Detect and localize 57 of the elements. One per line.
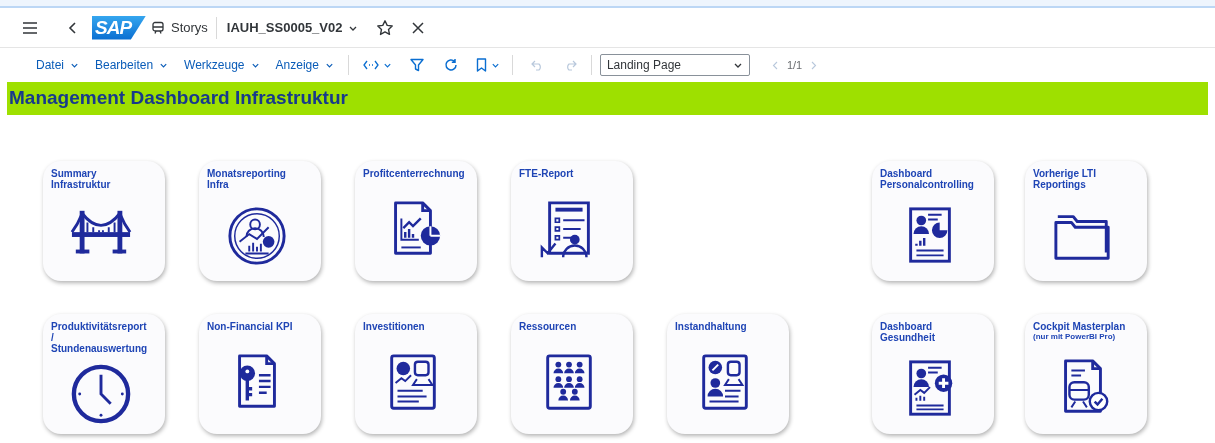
report-tile[interactable]: Dashboard Personalcontrolling <box>872 161 994 281</box>
bus-icon <box>151 20 165 35</box>
page-counter: 1/1 <box>786 57 803 73</box>
filter-icon[interactable] <box>409 58 424 72</box>
link-icon <box>362 60 379 70</box>
bookmark-icon <box>475 58 487 72</box>
report-tile[interactable]: Investitionen <box>355 314 477 434</box>
tile-title: FTE-Report <box>519 168 575 179</box>
link-menu-button[interactable] <box>362 60 392 70</box>
close-icon[interactable] <box>412 21 425 34</box>
report-tile[interactable]: Dashboard Gesundheit <box>872 314 994 434</box>
chevron-down-icon <box>159 61 169 69</box>
report-tile[interactable]: Cockpit Masterplan (nur mit PowerBI Pro) <box>1025 314 1147 434</box>
tile-title: Investitionen <box>363 321 426 332</box>
report-tile[interactable]: Produktivitätsreport / Stundenauswertung <box>43 314 165 434</box>
report-tile[interactable]: Non-Financial KPI <box>199 314 321 434</box>
clock-icon <box>70 363 132 425</box>
sap-logo[interactable]: SAP <box>92 15 146 40</box>
tile-title: Non-Financial KPI <box>207 321 294 332</box>
breadcrumb-link[interactable]: Storys <box>171 17 208 38</box>
report-tile[interactable]: Monatsreporting Infra <box>199 161 321 281</box>
tile-note: (nur mit PowerBI Pro) <box>1033 332 1117 341</box>
tile-title: Instandhaltung <box>675 321 748 332</box>
chevron-down-icon <box>250 61 260 69</box>
page-select[interactable]: Landing Page <box>599 54 750 76</box>
report-tile[interactable]: Vorherige LTI Reportings <box>1025 161 1147 281</box>
dashboard-title: Management Dashboard Infrastruktur <box>9 86 348 111</box>
menu-icon[interactable] <box>22 20 38 35</box>
report-tile[interactable]: Instandhaltung <box>667 314 789 434</box>
back-icon[interactable] <box>68 20 78 35</box>
tile-title: Vorherige LTI Reportings <box>1033 168 1097 190</box>
refresh-icon[interactable] <box>443 58 458 72</box>
tile-title: Produktivitätsreport / Stundenauswertung <box>51 321 149 354</box>
tile-title: Monatsreporting Infra <box>207 168 287 190</box>
tile-title: Cockpit Masterplan <box>1033 321 1127 332</box>
menu-button[interactable]: Anzeige <box>275 56 334 74</box>
menu-button[interactable]: Werkzeuge <box>184 56 260 74</box>
chevron-down-icon <box>490 61 500 69</box>
bookmark-menu-button[interactable] <box>475 58 500 72</box>
menu-button[interactable]: Datei <box>36 56 79 74</box>
star-icon[interactable] <box>376 18 395 37</box>
story-title-menu[interactable]: IAUH_SS0005_V02 <box>226 17 359 38</box>
chevron-down-icon <box>732 61 743 69</box>
report-tile[interactable]: Ressourcen <box>511 314 633 434</box>
chevron-down-icon <box>382 61 392 69</box>
tile-title: Dashboard Gesundheit <box>880 321 936 343</box>
chevron-down-icon <box>324 61 334 69</box>
report-tile[interactable]: Summary Infrastruktur <box>43 161 165 281</box>
report-tile[interactable]: FTE-Report <box>511 161 633 281</box>
tile-title: Summary Infrastruktur <box>51 168 112 190</box>
tile-title: Dashboard Personalcontrolling <box>880 168 975 190</box>
report-tile[interactable]: Profitcenterrechnung <box>355 161 477 281</box>
tile-title: Ressourcen <box>519 321 578 332</box>
tile-title: Profitcenterrechnung <box>363 168 463 179</box>
chevron-down-icon <box>70 61 79 69</box>
menu-button[interactable]: Bearbeiten <box>95 56 169 74</box>
person-chart-icon <box>226 204 288 267</box>
